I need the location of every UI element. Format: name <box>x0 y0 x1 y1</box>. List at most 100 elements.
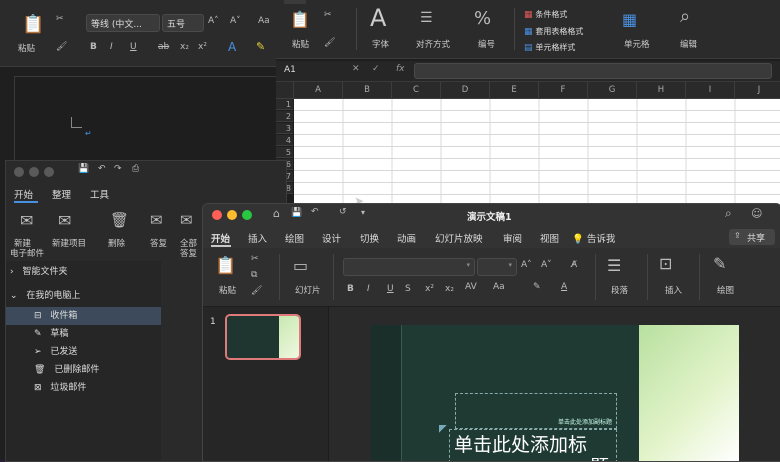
grow-font-icon[interactable]: A˄ <box>208 16 219 26</box>
tab-review[interactable]: 审阅 <box>503 231 522 245</box>
align-icon[interactable]: ☰ <box>420 10 433 26</box>
save-icon[interactable]: 💾 <box>78 164 89 174</box>
cut-icon[interactable]: ✂ <box>56 14 64 24</box>
search-icon[interactable]: ⌕ <box>725 206 732 221</box>
italic-icon[interactable]: I <box>367 284 370 294</box>
conditional-format-button[interactable]: ▦ 条件格式 <box>524 9 567 20</box>
folder-junk[interactable]: ⊠ 垃圾邮件 <box>6 379 161 397</box>
share-button[interactable]: ⇪ 共享 <box>729 229 775 245</box>
home-icon[interactable]: ⌂ <box>273 207 280 220</box>
paste-icon[interactable]: 📋 <box>22 14 44 35</box>
cut-icon[interactable]: ✂ <box>324 10 332 20</box>
char-spacing-icon[interactable]: AV <box>465 282 477 292</box>
zoom-button[interactable] <box>44 167 54 177</box>
formula-input[interactable] <box>414 63 772 79</box>
cell-styles-button[interactable]: ▤ 单元格样式 <box>524 42 575 53</box>
function-icon[interactable]: fx <box>396 64 405 74</box>
placeholder-handle[interactable] <box>439 425 447 433</box>
folder-inbox[interactable]: ⊟ 收件箱 <box>6 307 161 325</box>
grow-font-icon[interactable]: A˄ <box>521 260 532 270</box>
case-icon[interactable]: Aa <box>258 16 270 26</box>
folder-sent[interactable]: ➢ 已发送 <box>6 343 161 361</box>
subscript-icon[interactable]: x₂ <box>445 284 454 294</box>
column-header[interactable]: G <box>588 82 637 99</box>
tab-draw[interactable]: 绘图 <box>285 231 304 245</box>
paste-icon[interactable]: 📋 <box>215 256 236 276</box>
minimize-button[interactable] <box>29 167 39 177</box>
strikethrough-icon[interactable]: S <box>405 284 411 294</box>
superscript-icon[interactable]: x² <box>425 284 434 294</box>
copy-icon[interactable]: ⧉ <box>251 270 257 280</box>
spreadsheet-grid[interactable]: ABCDEFGHIJ 12345678 <box>276 82 780 205</box>
tab-insert[interactable]: 插入 <box>248 231 267 245</box>
column-header[interactable]: I <box>686 82 735 99</box>
minimize-button[interactable] <box>227 210 237 220</box>
format-as-table-button[interactable]: ▦ 套用表格格式 <box>524 26 583 37</box>
folder-drafts[interactable]: ✎ 草稿 <box>6 325 161 343</box>
word-document-page[interactable]: ↵ <box>14 76 284 168</box>
on-my-computer-header[interactable]: ⌄ 在我的电脑上 <box>6 287 161 305</box>
undo-icon[interactable]: ↶ <box>98 164 106 174</box>
column-header[interactable]: J <box>735 82 780 99</box>
font-size-select[interactable]: 五号 <box>162 14 204 32</box>
name-box[interactable]: A1 <box>284 65 296 75</box>
title-placeholder[interactable]: 单击此处添加标 题 <box>449 429 617 461</box>
close-button[interactable] <box>14 167 24 177</box>
change-case-icon[interactable]: Aa <box>493 282 505 292</box>
account-icon[interactable]: ☺ <box>751 207 762 220</box>
number-format-icon[interactable]: % <box>474 8 491 29</box>
paste-icon[interactable]: 📋 <box>290 10 310 29</box>
strikethrough-icon[interactable]: ab <box>158 42 169 52</box>
row-header[interactable]: 1 <box>276 99 293 110</box>
subscript-icon[interactable]: x₂ <box>180 42 189 52</box>
column-header[interactable]: E <box>490 82 539 99</box>
tab-design[interactable]: 设计 <box>322 231 341 245</box>
new-email-icon[interactable]: ✉ <box>20 211 33 230</box>
underline-icon[interactable]: U <box>130 42 137 52</box>
column-header[interactable]: B <box>343 82 392 99</box>
column-header[interactable]: A <box>294 82 343 99</box>
highlight-icon[interactable]: ✎ <box>256 40 265 53</box>
redo-icon[interactable]: ↺ <box>339 207 347 217</box>
subtitle-placeholder[interactable]: 单击此处添加副标题 <box>455 393 617 429</box>
slide-thumbnail[interactable] <box>225 314 301 360</box>
close-button[interactable] <box>212 210 222 220</box>
font-size-select[interactable]: ▾ <box>477 258 517 276</box>
tab-tools[interactable]: 工具 <box>90 187 109 201</box>
row-header[interactable]: 2 <box>276 111 293 122</box>
row-header[interactable]: 4 <box>276 135 293 146</box>
undo-icon[interactable]: ↶ <box>311 207 319 217</box>
reply-icon[interactable]: ✉ <box>150 211 163 229</box>
italic-icon[interactable]: I <box>110 42 113 52</box>
search-icon[interactable]: ⌕ <box>680 6 690 27</box>
redo-icon[interactable]: ↷ <box>114 164 122 174</box>
print-icon[interactable]: ⎙ <box>132 164 139 174</box>
cut-icon[interactable]: ✂ <box>251 254 259 264</box>
zoom-button[interactable] <box>242 210 252 220</box>
enter-icon[interactable]: ✓ <box>372 64 380 74</box>
new-items-icon[interactable]: ✉ <box>58 211 71 230</box>
column-header[interactable]: F <box>539 82 588 99</box>
new-slide-icon[interactable]: ▭ <box>293 256 308 275</box>
folder-deleted[interactable]: 🗑 已删除邮件 <box>6 361 161 379</box>
tab-organize[interactable]: 整理 <box>52 187 71 201</box>
font-color-icon[interactable]: A <box>561 282 567 292</box>
insert-shape-icon[interactable]: ⊡ <box>659 254 672 273</box>
smart-folders-header[interactable]: › 智能文件夹 <box>6 263 161 281</box>
font-name-select[interactable]: 等线 (中文... <box>86 14 160 32</box>
draw-icon[interactable]: ✎ <box>713 254 726 273</box>
format-painter-icon[interactable]: 🖌 <box>251 286 262 296</box>
shrink-font-icon[interactable]: A˅ <box>230 16 241 26</box>
column-header[interactable]: D <box>441 82 490 99</box>
cells-icon[interactable]: ▦ <box>622 10 637 29</box>
tell-me-search[interactable]: 💡 告诉我 <box>572 231 615 245</box>
clear-format-icon[interactable]: A̸ <box>571 260 577 270</box>
bold-icon[interactable]: B <box>90 42 97 52</box>
column-header[interactable]: H <box>637 82 686 99</box>
save-icon[interactable]: 💾 <box>291 208 302 218</box>
tab-home[interactable]: 开始 <box>14 187 33 201</box>
text-effects-icon[interactable]: A <box>228 40 236 54</box>
column-header[interactable]: C <box>392 82 441 99</box>
cancel-icon[interactable]: ✕ <box>352 64 360 74</box>
row-header[interactable]: 3 <box>276 123 293 134</box>
